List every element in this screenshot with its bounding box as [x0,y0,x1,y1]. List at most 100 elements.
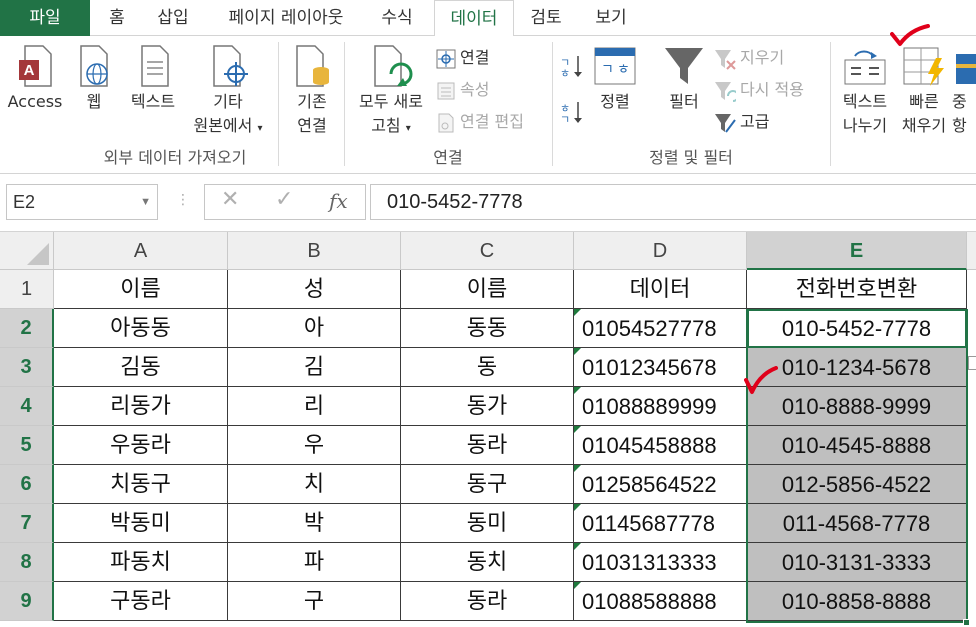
table-cell[interactable]: 박동미 [54,504,228,543]
table-cell[interactable]: 01045458888 [574,426,747,465]
row-header[interactable]: 8 [0,543,54,582]
table-cell[interactable]: 01054527778 [574,309,747,348]
table-cell[interactable]: 리동가 [54,387,228,426]
sort-asc-button[interactable]: ㄱ ㅎ [560,54,584,82]
row-header[interactable]: 5 [0,426,54,465]
table-cell[interactable]: 아 [228,309,401,348]
web-button[interactable]: 웹 [72,44,116,114]
filter-button[interactable]: 필터 [660,44,708,114]
sort-button[interactable]: ㄱ ㅎ 정렬 [590,44,640,114]
cancel-icon[interactable]: ✕ [221,187,239,212]
column-header-a[interactable]: A [54,232,228,270]
table-cell[interactable]: 아동동 [54,309,228,348]
header-cell[interactable]: 이름 [54,270,228,309]
header-cell[interactable]: 성 [228,270,401,309]
column-header-d[interactable]: D [574,232,747,270]
column-header-e[interactable]: E [747,232,967,270]
flash-fill-options-icon[interactable] [968,356,976,370]
table-cell[interactable]: 우 [228,426,401,465]
table-cell[interactable]: 010-4545-8888 [747,426,967,465]
clear-filter-button[interactable]: 지우기 [714,44,784,72]
table-cell[interactable]: 010-1234-5678 [747,348,967,387]
row-header[interactable]: 7 [0,504,54,543]
table-cell[interactable]: 01088889999 [574,387,747,426]
table-cell[interactable]: 동라 [401,582,574,621]
table-cell[interactable]: 010-8888-9999 [747,387,967,426]
name-box[interactable]: E2 ▼ [6,184,158,220]
tab-file[interactable]: 파일 [0,0,90,36]
text-button[interactable]: 텍스트 [122,44,184,114]
table-cell[interactable]: 011-4568-7778 [747,504,967,543]
properties-button[interactable]: 속성 [436,76,489,104]
header-cell[interactable]: 데이터 [574,270,747,309]
flash-fill-button[interactable]: 빠른 채우기 [896,44,952,138]
column-header-b[interactable]: B [228,232,401,270]
tab-home[interactable]: 홈 [94,0,140,36]
table-cell[interactable]: 010-8858-8888 [747,582,967,621]
tab-data[interactable]: 데이터 [434,0,514,37]
row-header[interactable]: 3 [0,348,54,387]
formula-bar-resize-handle[interactable]: ⋮ [176,192,191,208]
row-header[interactable]: 2 [0,309,54,348]
tab-page-layout[interactable]: 페이지 레이아웃 [212,0,360,36]
table-cell[interactable]: 01088588888 [574,582,747,621]
row-header[interactable]: 6 [0,465,54,504]
table-cell[interactable]: 012-5856-4522 [747,465,967,504]
insert-function-icon[interactable]: fx [329,189,348,213]
edit-links-button[interactable]: 연결 편집 [436,108,524,136]
other-sources-button[interactable]: 기타 원본에서 ▾ [186,44,270,141]
select-all-button[interactable] [0,232,54,270]
row-header[interactable]: 4 [0,387,54,426]
table-cell[interactable]: 김 [228,348,401,387]
table-cell[interactable]: 01145687778 [574,504,747,543]
table-cell[interactable]: 치동구 [54,465,228,504]
header-cell[interactable]: 이름 [401,270,574,309]
chevron-down-icon[interactable]: ▼ [140,185,151,219]
table-cell[interactable]: 동치 [401,543,574,582]
row-header[interactable]: 9 [0,582,54,621]
refresh-all-button[interactable]: 모두 새로 고침 ▾ [350,44,432,141]
table-cell[interactable]: 치 [228,465,401,504]
table-cell[interactable]: 리 [228,387,401,426]
row-header[interactable]: 1 [0,270,54,309]
tab-view[interactable]: 보기 [582,0,640,36]
table-cell[interactable]: 동 [401,348,574,387]
table-cell[interactable]: 박 [228,504,401,543]
text-to-columns-button[interactable]: 텍스트 나누기 [836,44,894,138]
table-cell[interactable]: 파 [228,543,401,582]
enter-icon[interactable]: ✓ [275,187,293,212]
table-cell[interactable]: 김동 [54,348,228,387]
column-header-c[interactable]: C [401,232,574,270]
header-cell[interactable]: 전화번호변환 [747,270,967,309]
reapply-button[interactable]: 다시 적용 [714,76,804,104]
tab-formulas[interactable]: 수식 [368,0,426,36]
table-cell[interactable]: 동동 [401,309,574,348]
table-cell[interactable]: 동가 [401,387,574,426]
table-cell[interactable]: 구동라 [54,582,228,621]
table-cell[interactable]: 01258564522 [574,465,747,504]
table-cell[interactable]: 010-3131-3333 [747,543,967,582]
advanced-button[interactable]: 고급 [714,108,769,136]
table-cell[interactable]: 동라 [401,426,574,465]
table-cell[interactable]: 01031313333 [574,543,747,582]
table-cell[interactable]: 010-5452-7778 [747,309,967,348]
formula-input[interactable]: 010-5452-7778 [370,184,976,220]
table-cell[interactable]: 파동치 [54,543,228,582]
access-button[interactable]: A Access [4,44,66,114]
tab-insert[interactable]: 삽입 [144,0,202,36]
table-cell[interactable]: 동구 [401,465,574,504]
connections-icon [436,49,456,68]
table-cell[interactable]: 구 [228,582,401,621]
tab-review[interactable]: 검토 [520,0,572,36]
table-cell[interactable]: 우동라 [54,426,228,465]
column-header-f[interactable] [967,232,976,270]
sort-desc-button[interactable]: ㅎ ㄱ [560,100,584,128]
fill-handle[interactable] [963,619,970,626]
connections-button[interactable]: 연결 [436,44,489,72]
table-cell[interactable]: 01012345678 [574,348,747,387]
table-cell[interactable]: 동미 [401,504,574,543]
remove-duplicates-button[interactable]: 중 항 [952,44,976,138]
cell-value: 박 [303,511,325,536]
cell-value: 전화번호변환 [795,277,918,302]
existing-connections-button[interactable]: 기존 연결 [284,44,340,138]
